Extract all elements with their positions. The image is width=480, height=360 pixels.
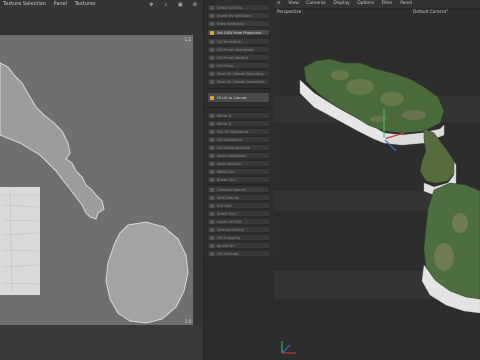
island-peninsula-terrain[interactable] (419, 128, 455, 184)
command-icon (210, 22, 214, 26)
panel-item[interactable]: Break UVs (207, 176, 270, 183)
panel-item[interactable]: UV Mirror Vertical (207, 54, 270, 61)
viewport-menu-view[interactable]: View (285, 0, 301, 8)
panel-empty-area (204, 258, 274, 360)
viewport-menu-icon[interactable]: ≡ (274, 0, 284, 8)
panel-item[interactable]: Stitch UVs (207, 210, 270, 217)
uv-corner-bottom-right: 1,0 (184, 319, 191, 324)
panel-item[interactable]: Texture Seams (207, 226, 270, 233)
panel-item[interactable]: Pack UV Islands Bounding (207, 70, 270, 77)
command-icon (210, 14, 214, 18)
command-icon (210, 48, 214, 52)
command-icon (210, 114, 214, 118)
viewport-title-bar: Perspective Default Camera° (274, 8, 480, 15)
zoom-icon[interactable]: ⌕ (160, 1, 172, 9)
viewport-camera-name[interactable]: Default Camera° (413, 8, 448, 15)
command-icon (210, 72, 214, 76)
panel-separator (207, 88, 270, 89)
command-icon (210, 138, 214, 142)
command-icon (210, 196, 214, 200)
panel-item[interactable]: Connect Islands (207, 186, 270, 193)
uv-command-panel: Select All UVs Invert UV Selection Grow … (203, 0, 275, 360)
uv-islands-svg (0, 62, 189, 324)
uv-canvas[interactable]: 1,1 1,0 (0, 35, 193, 325)
gizmo-center[interactable] (382, 137, 386, 141)
command-icon (210, 122, 214, 126)
panel-item[interactable]: UV Rectangularize (207, 144, 270, 151)
panel-item[interactable]: Split Islands (207, 194, 270, 201)
command-icon (210, 80, 214, 84)
uv-island-small[interactable] (105, 221, 189, 324)
command-icon (210, 244, 214, 248)
command-icon (210, 130, 214, 134)
panel-separator (207, 184, 270, 185)
panel-item[interactable]: Pack UV Islands Geometric (207, 78, 270, 85)
panel-item[interactable]: UV Relax (207, 62, 270, 69)
panel-item[interactable]: Select All UVs (207, 4, 270, 11)
world-axis-indicator (281, 341, 296, 354)
command-icon (210, 40, 214, 44)
panel-item[interactable]: Invert UV Selection (207, 12, 270, 19)
uv-toolbar-icons: ✥ ⌕ ▣ ⚙ (144, 1, 201, 9)
viewport-3d: ≡ View Cameras Display Options Filter Pa… (274, 0, 480, 360)
command-icon (210, 56, 214, 60)
panel-item[interactable]: Cut UVs (207, 202, 270, 209)
command-icon (210, 178, 214, 182)
panel-item-fit-uv-to-canvas[interactable]: Fit UV to Canvas (207, 92, 270, 103)
settings-icon[interactable]: ⚙ (189, 1, 201, 9)
panel-separator (207, 107, 270, 108)
command-icon (210, 154, 214, 158)
panel-item[interactable]: Align Horizontal (207, 152, 270, 159)
panel-item[interactable]: UV Settings (207, 250, 270, 257)
panel-item[interactable]: Mirror U (207, 112, 270, 119)
panel-item[interactable]: UV Mirror Horizontal (207, 46, 270, 53)
panel-item-set-uvw-from-projection[interactable]: Set UVW from Projection (207, 29, 270, 36)
viewport-view-name: Perspective (277, 9, 302, 14)
maximize-icon[interactable]: ▣ (174, 1, 186, 9)
panel-item[interactable]: UV Transform (207, 38, 270, 45)
command-icon (210, 212, 214, 216)
command-icon (210, 6, 214, 10)
uv-menu-texture-selection[interactable]: Texture Selection (0, 0, 49, 9)
viewport-menu-filter[interactable]: Filter (379, 0, 396, 8)
texture-atlas-patch (0, 187, 40, 295)
command-icon (210, 162, 214, 166)
panel-item[interactable]: Align Vertical (207, 160, 270, 167)
uv-corner-top-right: 1,1 (184, 37, 191, 42)
projection-icon (210, 31, 214, 35)
panel-item[interactable]: Layer UV Edit (207, 218, 270, 225)
command-icon (210, 228, 214, 232)
viewport-scene-svg[interactable] (274, 15, 480, 360)
command-icon (210, 220, 214, 224)
command-icon (210, 64, 214, 68)
panel-item[interactable]: UV Straighten (207, 136, 270, 143)
uv-bottom-area (0, 325, 203, 360)
panel-item[interactable]: Mirror V (207, 120, 270, 127)
command-icon (210, 170, 214, 174)
uv-menu-panel[interactable]: Panel (51, 0, 71, 9)
command-icon (210, 236, 214, 240)
command-icon (210, 204, 214, 208)
move-icon[interactable]: ✥ (145, 1, 157, 9)
panel-item[interactable]: UV Snapping (207, 234, 270, 241)
uv-menu-textures[interactable]: Textures (72, 0, 99, 9)
command-icon (210, 146, 214, 150)
viewport-menu-display[interactable]: Display (330, 0, 352, 8)
viewport-menu-options[interactable]: Options (354, 0, 377, 8)
command-icon (210, 188, 214, 192)
fit-canvas-icon (210, 96, 214, 100)
command-icon (210, 252, 214, 256)
panel-item[interactable]: Weld UVs (207, 168, 270, 175)
viewport-menu-cameras[interactable]: Cameras (303, 0, 329, 8)
panel-item[interactable]: Ignore UV (207, 242, 270, 249)
uv-editor: Texture Selection Panel Textures ✥ ⌕ ▣ ⚙… (0, 0, 203, 360)
uv-header-strip (0, 9, 203, 35)
viewport-menu-panel[interactable]: Panel (397, 0, 415, 8)
panel-item[interactable]: Grow Selection (207, 20, 270, 27)
panel-item[interactable]: Flip UV Sequence (207, 128, 270, 135)
uv-vertical-scrollbar[interactable] (194, 35, 202, 325)
